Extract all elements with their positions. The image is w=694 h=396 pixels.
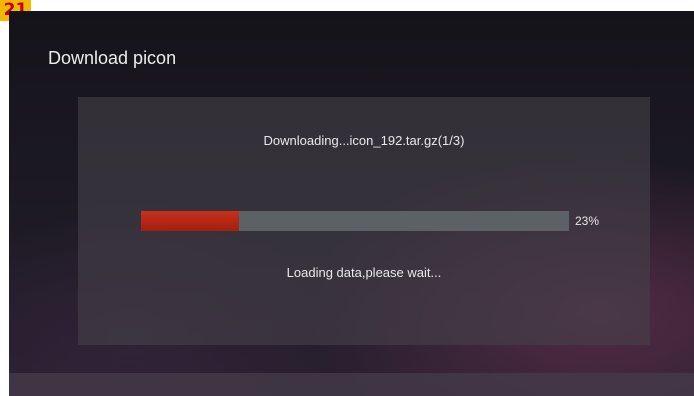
progress-fill xyxy=(141,211,240,231)
download-message: Downloading...icon_192.tar.gz(1/3) xyxy=(263,133,465,148)
page-title: Download picon xyxy=(48,48,177,68)
progress-bar xyxy=(141,211,569,231)
status-message: Loading data,please wait... xyxy=(286,265,442,280)
tv-screen: Download picon Downloading...icon_192.ta… xyxy=(9,11,694,396)
bottom-bar xyxy=(9,373,694,396)
download-dialog: Downloading...icon_192.tar.gz(1/3) 23% L… xyxy=(78,97,650,345)
progress-percent: 23% xyxy=(575,214,600,228)
